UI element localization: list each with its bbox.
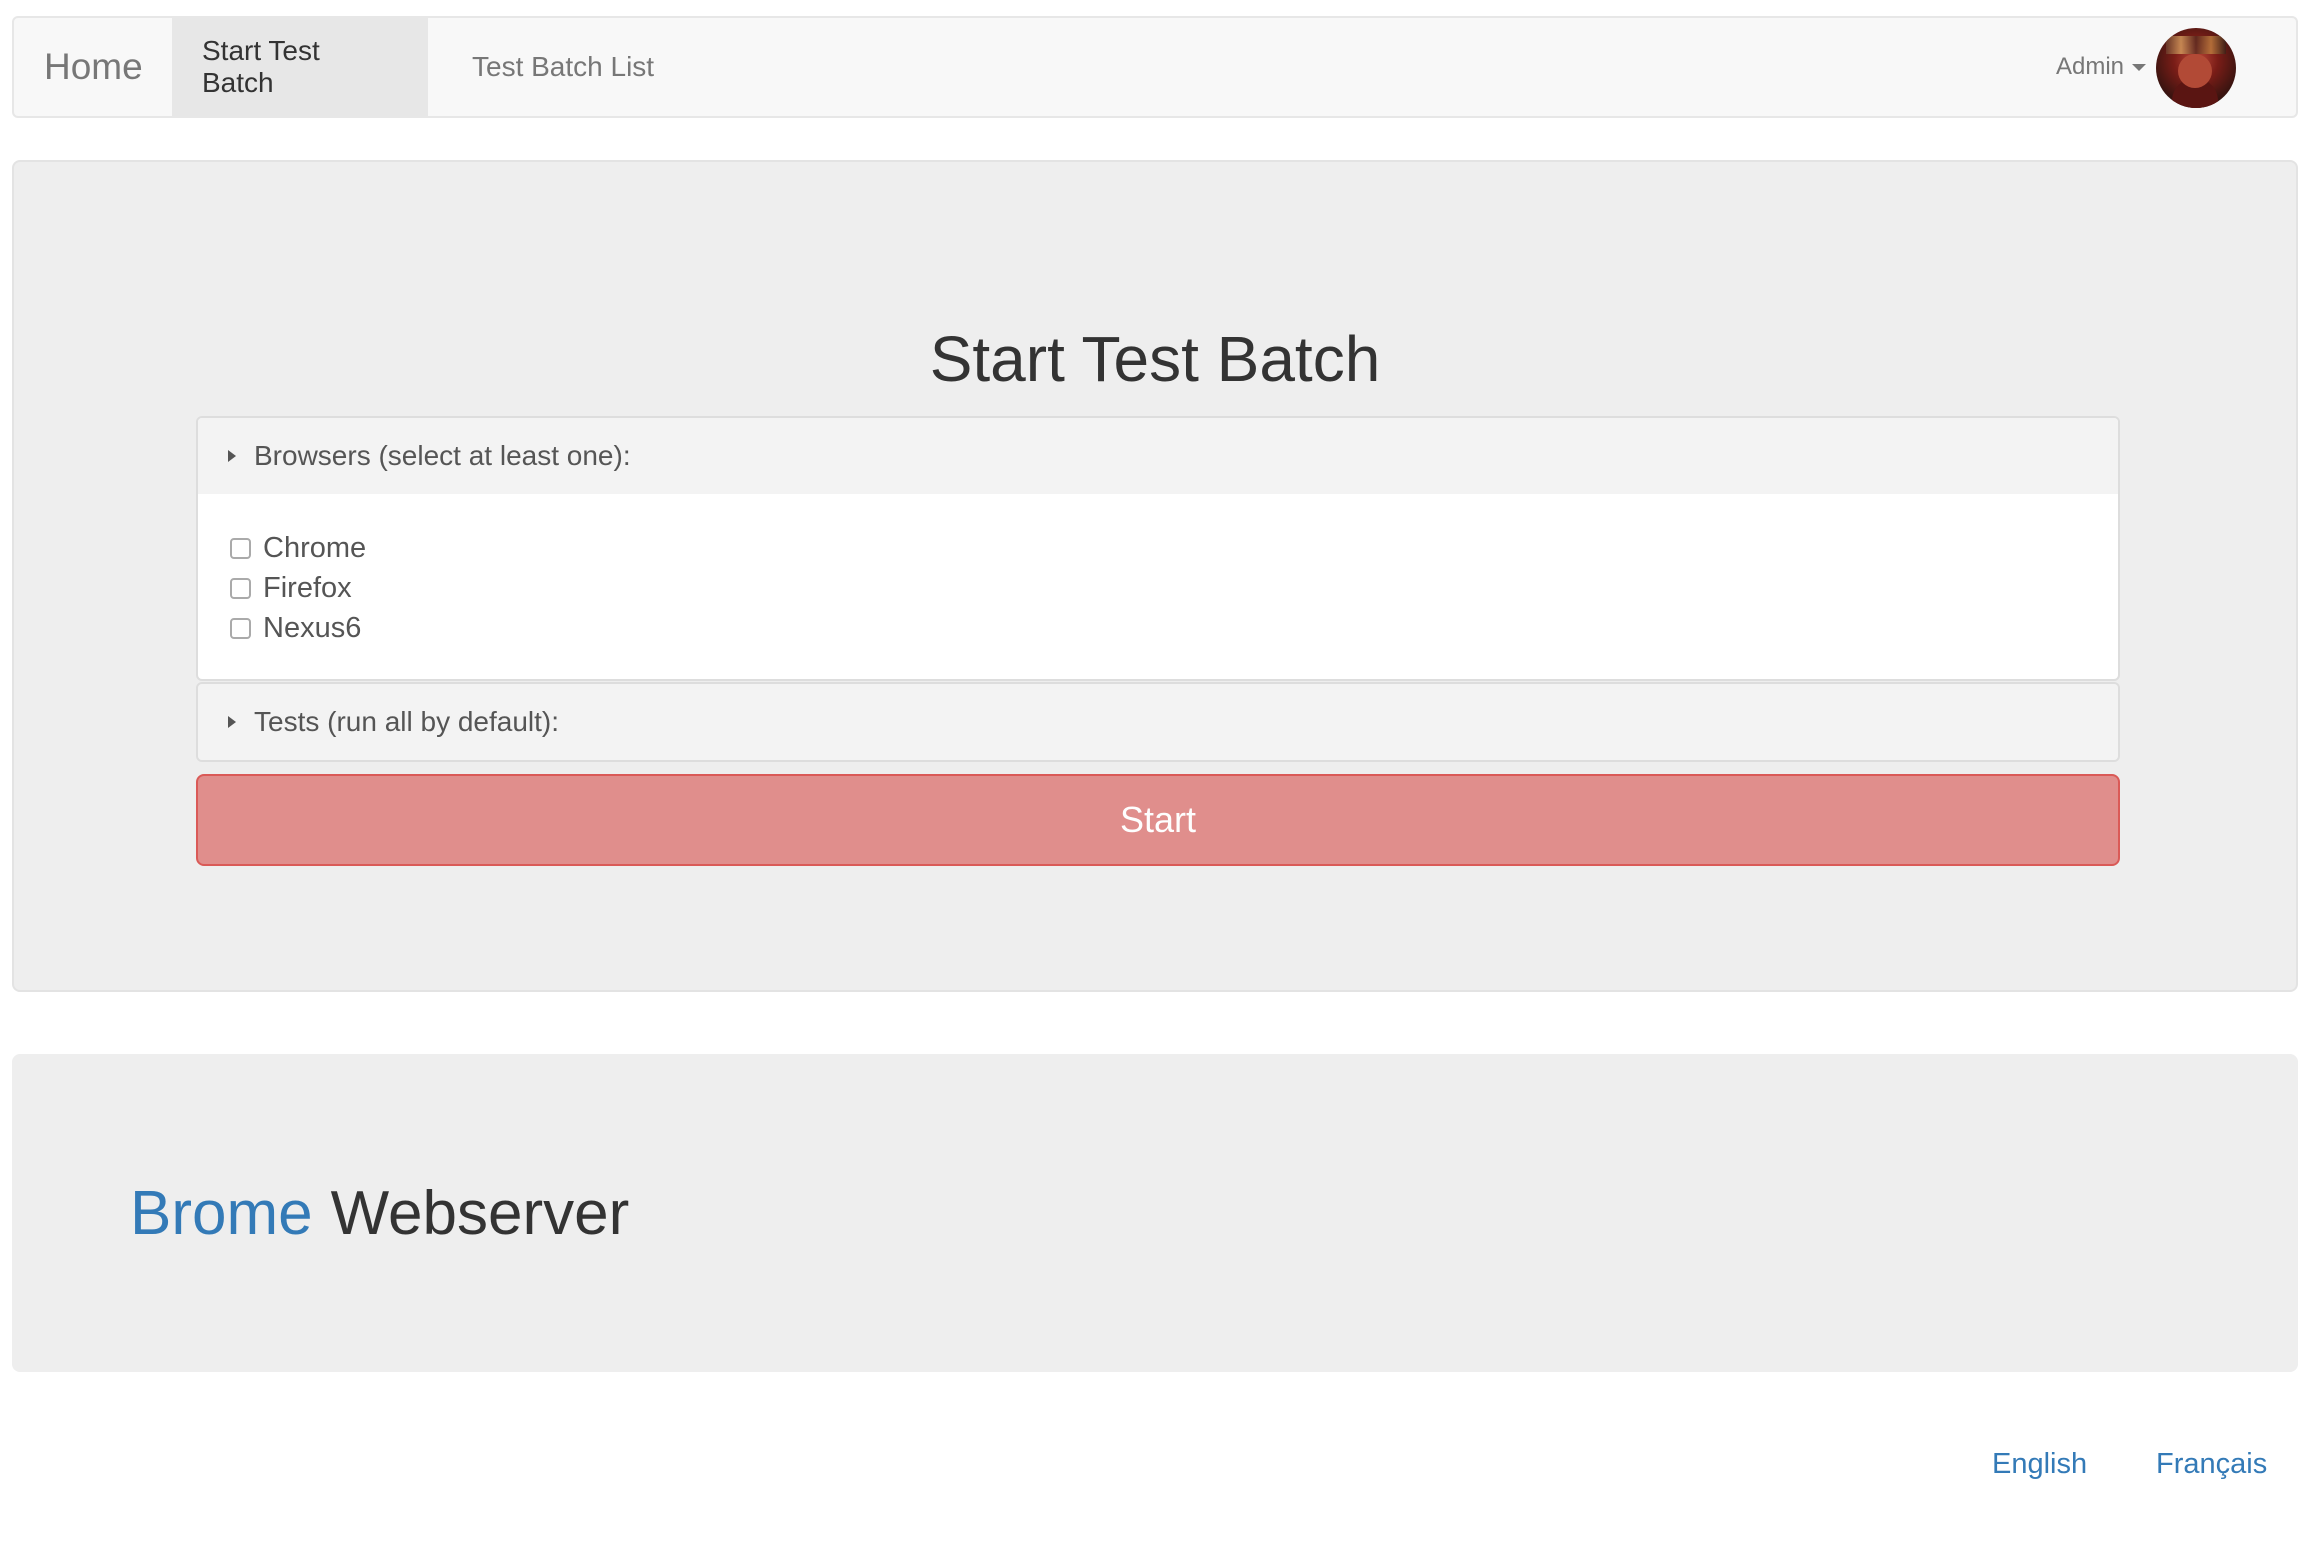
tests-panel: Tests (run all by default): bbox=[196, 682, 2120, 762]
footer-jumbotron: Brome Webserver bbox=[12, 1054, 2298, 1372]
browsers-heading-label: Browsers (select at least one): bbox=[254, 440, 631, 471]
home-link[interactable]: Home bbox=[44, 18, 143, 116]
triangle-right-icon bbox=[228, 716, 236, 728]
admin-label: Admin bbox=[2055, 53, 2124, 80]
triangle-right-icon bbox=[228, 450, 236, 462]
tests-panel-heading[interactable]: Tests (run all by default): bbox=[198, 684, 2118, 760]
browser-option-label: Firefox bbox=[263, 571, 352, 604]
browser-option-label: Chrome bbox=[263, 531, 367, 564]
browser-option-firefox[interactable]: Firefox bbox=[230, 568, 2086, 608]
browsers-panel-heading[interactable]: Browsers (select at least one): bbox=[198, 418, 2118, 494]
footer-title: Brome Webserver bbox=[130, 1054, 629, 1372]
page-title: Start Test Batch bbox=[929, 323, 1381, 395]
start-batch-jumbotron: Start Test Batch Browsers (select at lea… bbox=[12, 160, 2298, 992]
caret-down-icon bbox=[2132, 63, 2146, 71]
browser-option-nexus6[interactable]: Nexus6 bbox=[230, 608, 2086, 648]
browsers-panel-body: Chrome Firefox Nexus6 bbox=[198, 494, 2118, 648]
footer-brand-word: Brome bbox=[130, 1178, 313, 1248]
checkbox-nexus6[interactable] bbox=[230, 617, 251, 639]
language-french-link[interactable]: Français bbox=[2156, 1448, 2267, 1481]
nav-start-test-batch[interactable]: Start Test Batch bbox=[172, 18, 428, 116]
avatar[interactable] bbox=[2156, 28, 2236, 108]
start-button[interactable]: Start bbox=[196, 774, 2120, 866]
browsers-panel: Browsers (select at least one): Chrome F… bbox=[196, 416, 2120, 681]
browser-option-chrome[interactable]: Chrome bbox=[230, 528, 2086, 568]
tests-heading-label: Tests (run all by default): bbox=[254, 706, 560, 737]
checkbox-firefox[interactable] bbox=[230, 577, 251, 599]
language-english-link[interactable]: English bbox=[1992, 1448, 2087, 1481]
navbar: Home Start Test Batch Test Batch List Ad… bbox=[12, 16, 2298, 118]
checkbox-chrome[interactable] bbox=[230, 537, 251, 559]
footer-brand-rest: Webserver bbox=[330, 1178, 630, 1248]
admin-menu[interactable]: Admin bbox=[2056, 18, 2146, 116]
nav-test-batch-list[interactable]: Test Batch List bbox=[442, 18, 684, 116]
browser-option-label: Nexus6 bbox=[263, 611, 362, 644]
